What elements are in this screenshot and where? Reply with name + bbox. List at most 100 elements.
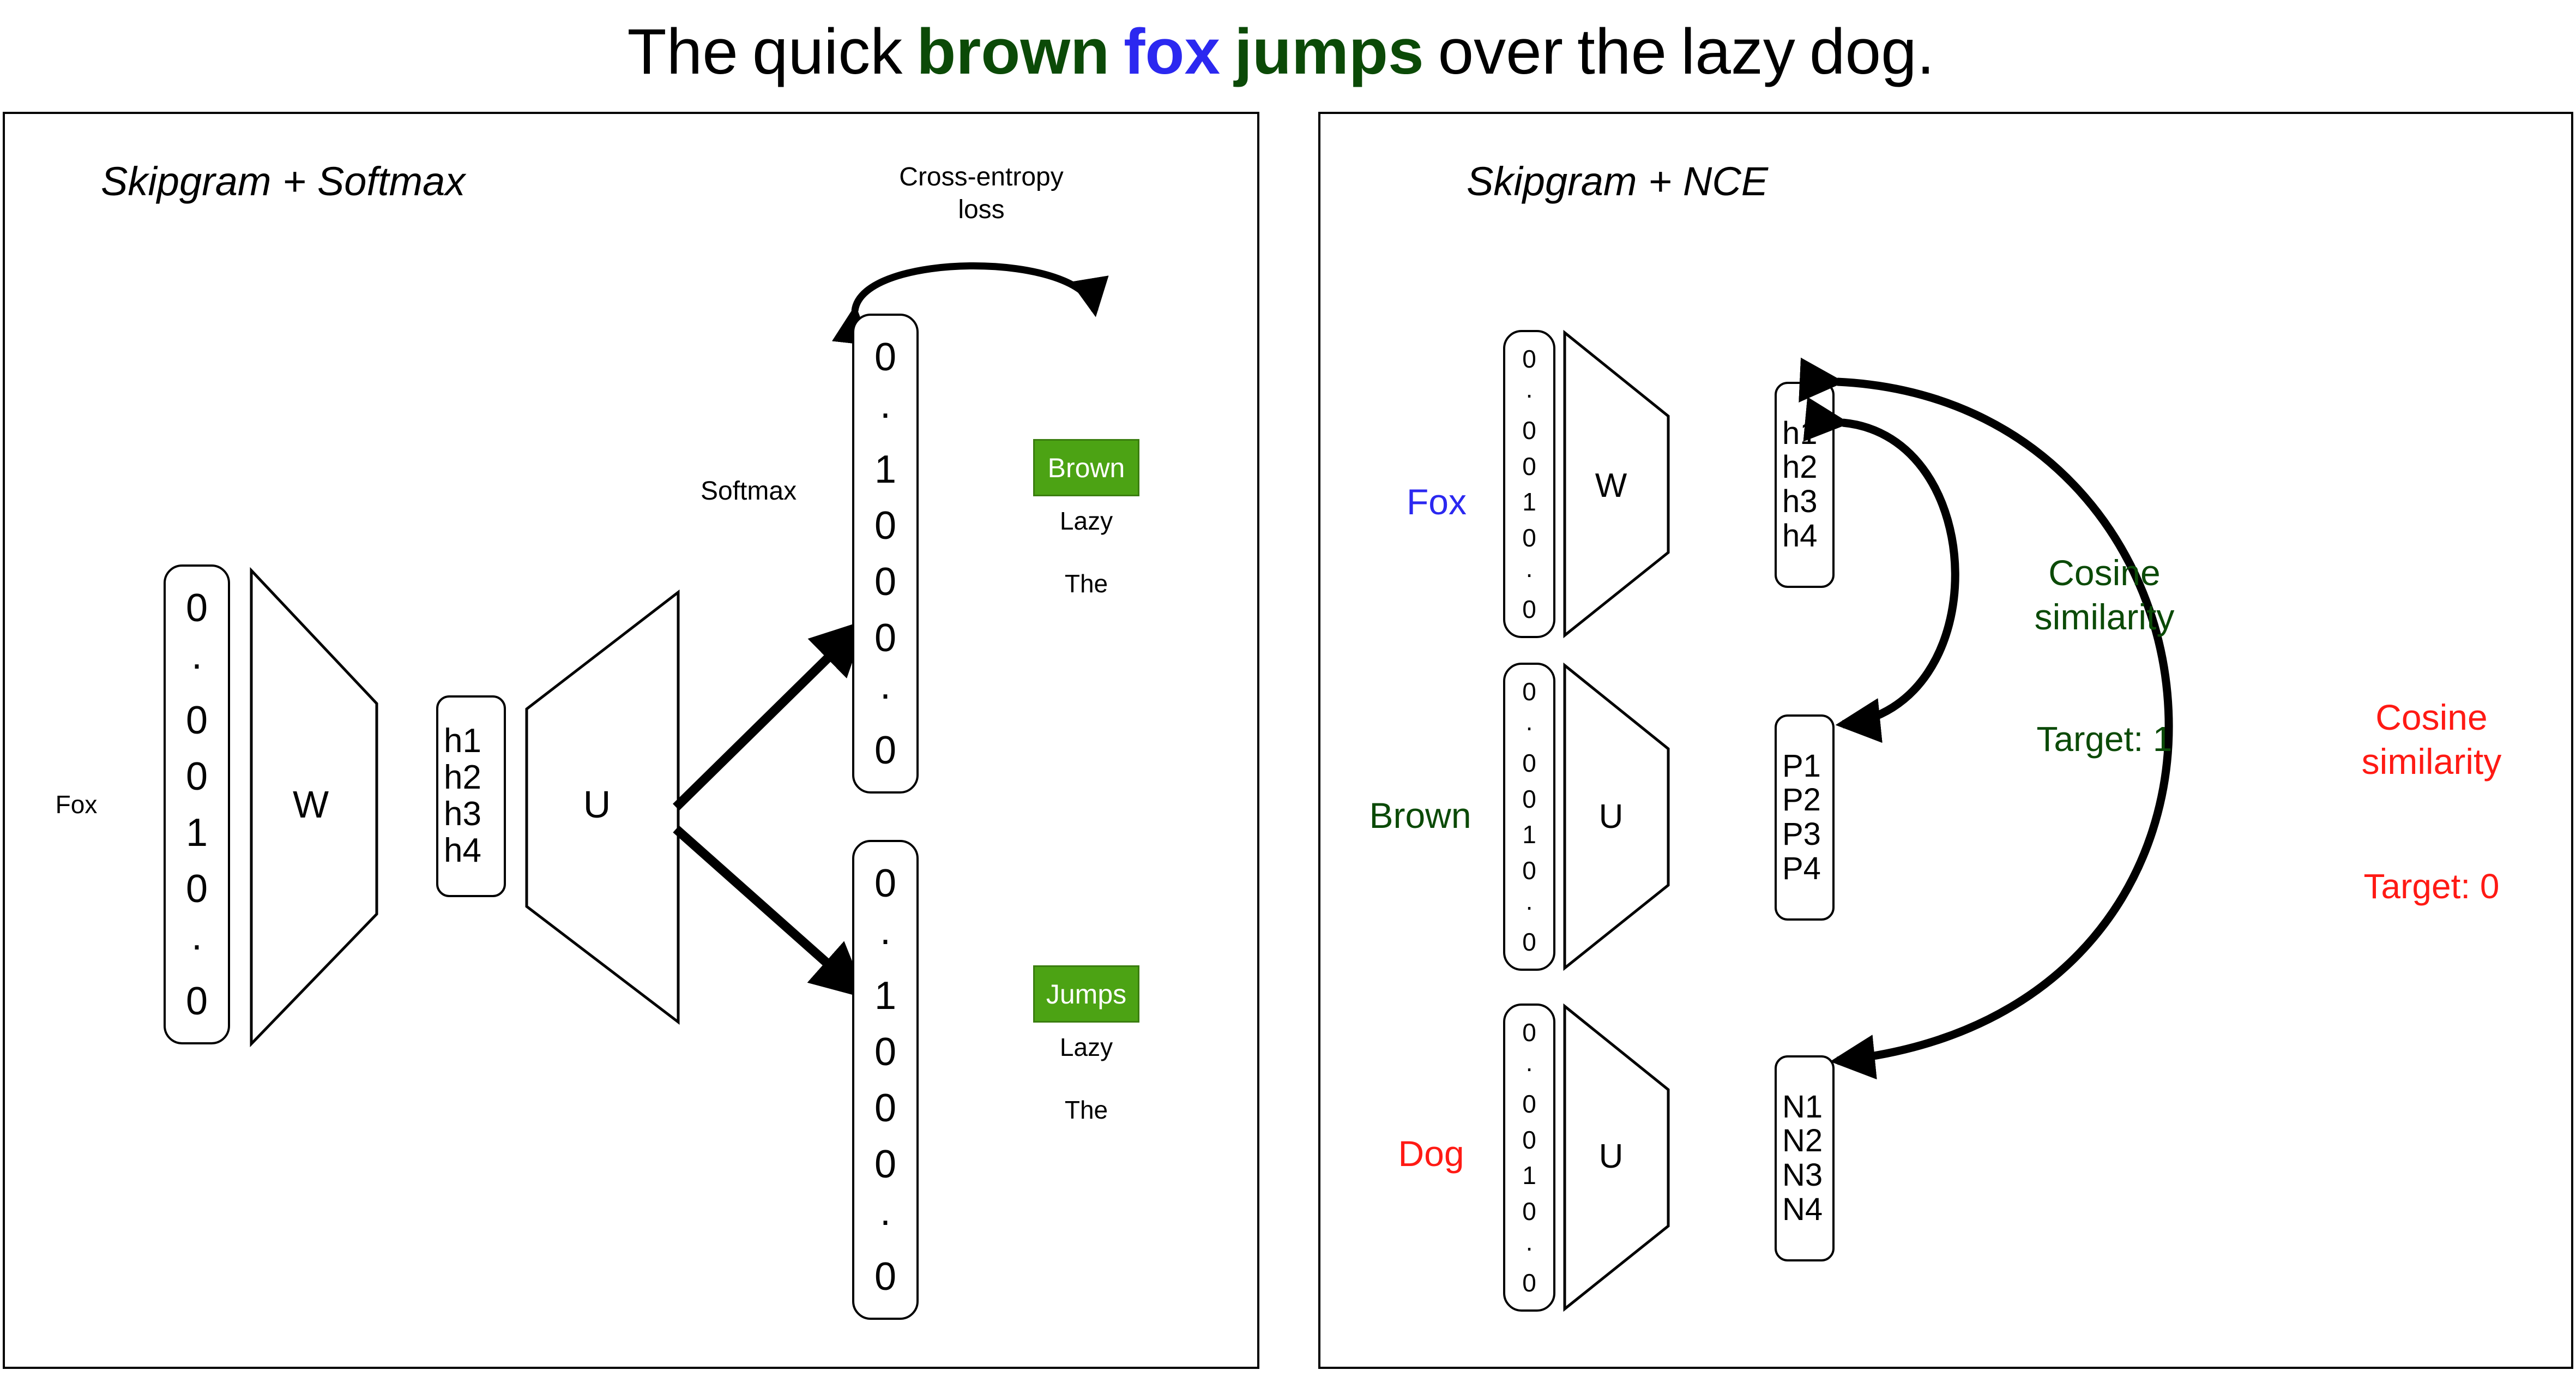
left-output-top-word-highlight: Brown <box>1033 439 1139 496</box>
right-row-1-vector: 0 · 0 0 1 0 · 0 <box>1503 663 1555 971</box>
right-row-1-cell-0: 0 <box>1522 677 1536 706</box>
right-row-2-cell-2: 0 <box>1522 1090 1536 1119</box>
left-input-vector-cell-0: 0 <box>185 586 208 630</box>
right-positive-target-label: Target: 1 <box>2036 719 2173 759</box>
title-word-lazy: lazy <box>1681 16 1795 88</box>
right-row-0-out-0: h1 <box>1782 415 1818 451</box>
right-row-0-out-3: h4 <box>1782 518 1818 554</box>
left-input-vector-cell-5: 0 <box>185 867 208 911</box>
left-output-bottom-word-highlight: Jumps <box>1033 965 1139 1023</box>
title-word-fox: fox <box>1124 16 1221 88</box>
left-output-bottom-cell-0: 0 <box>874 861 897 905</box>
right-cosine-arcs <box>1799 357 2173 1080</box>
right-negative-cosine-line1: Cosine <box>2375 697 2488 737</box>
left-output-bottom-cell-4: 0 <box>874 1086 897 1130</box>
right-positive-cosine-label: Cosine similarity <box>1990 551 2219 639</box>
left-input-vector-cell-1: · <box>190 642 203 686</box>
left-output-bottom-cell-3: 0 <box>874 1030 897 1074</box>
right-row-0-label: Fox <box>1406 482 1467 522</box>
left-output-top-cell-4: 0 <box>874 560 897 604</box>
right-row-2-vector: 0 · 0 0 1 0 · 0 <box>1503 1004 1555 1312</box>
left-output-bottom-word-2: Lazy <box>1059 1033 1113 1061</box>
right-negative-cosine-label: Cosine similarity <box>2314 695 2549 783</box>
title-word-quick: quick <box>752 16 903 88</box>
left-input-vector: 0 · 0 0 1 0 · 0 <box>164 564 230 1044</box>
right-row-0-cell-3: 0 <box>1522 452 1536 480</box>
right-row-2-cell-6: · <box>1525 1233 1534 1261</box>
right-negative-target-label: Target: 0 <box>2363 867 2500 906</box>
right-row-2-cell-5: 0 <box>1522 1197 1536 1225</box>
left-output-top-word-2: Lazy <box>1059 507 1113 535</box>
right-row-2-cell-3: 0 <box>1522 1125 1536 1154</box>
right-row-1-label: Brown <box>1369 795 1471 836</box>
left-loss-label-line1: Cross-entropy <box>899 163 1064 191</box>
right-row-1-cell-5: 0 <box>1522 856 1536 885</box>
left-output-top-cell-6: · <box>879 672 892 716</box>
right-row-0-cell-1: · <box>1525 380 1534 409</box>
right-row-0-out-2: h3 <box>1782 484 1818 519</box>
left-hidden-box: h1 h2 h3 h4 <box>436 695 506 897</box>
right-row-0-cell-5: 0 <box>1522 523 1536 552</box>
right-row-2-cell-1: · <box>1525 1054 1534 1083</box>
title-word-over: over <box>1438 16 1564 88</box>
left-loss-label: Cross-entropy loss <box>850 161 1112 226</box>
right-positive-cosine-line2: similarity <box>2034 596 2175 637</box>
left-input-vector-cell-3: 0 <box>185 754 208 798</box>
title-word-the1: The <box>627 16 738 88</box>
right-row-0-matrix-label: W <box>1595 466 1627 504</box>
left-input-vector-cell-4: 1 <box>185 810 208 855</box>
right-negative-cosine-line2: similarity <box>2361 741 2502 782</box>
left-output-bottom-cell-1: · <box>879 917 892 962</box>
right-row-0-cell-2: 0 <box>1522 416 1536 445</box>
left-hidden-h3: h3 <box>444 795 481 833</box>
left-output-bottom-vector: 0 · 1 0 0 0 · 0 <box>852 840 919 1320</box>
left-output-bottom-cell-7: 0 <box>874 1254 897 1299</box>
page-title: The quick brown fox jumps over the lazy … <box>0 0 2576 104</box>
right-row-1-cell-3: 0 <box>1522 784 1536 813</box>
right-row-1-cell-7: 0 <box>1522 928 1536 957</box>
left-output-top-cell-0: 0 <box>874 335 897 379</box>
left-input-label: Fox <box>55 790 98 819</box>
left-hidden-h4: h4 <box>444 831 481 869</box>
right-row-1-cell-6: · <box>1525 892 1534 921</box>
left-input-vector-cell-7: 0 <box>185 979 208 1023</box>
left-matrix-u-label: U <box>583 783 611 826</box>
right-row-1-cell-4: 1 <box>1522 820 1536 849</box>
diagram-canvas: The quick brown fox jumps over the lazy … <box>0 0 2576 1376</box>
title-word-jumps: jumps <box>1234 16 1424 88</box>
left-output-top-cell-3: 0 <box>874 503 897 548</box>
right-row-0-vector: 0 · 0 0 1 0 · 0 <box>1503 330 1555 638</box>
right-row-0-cell-0: 0 <box>1522 344 1536 373</box>
left-output-bottom-cell-2: 1 <box>874 974 897 1018</box>
title-word-brown: brown <box>916 16 1110 88</box>
left-hidden-h2: h2 <box>444 759 481 797</box>
left-output-bottom-cell-6: · <box>879 1198 892 1242</box>
left-output-top-vector: 0 · 1 0 0 0 · 0 <box>852 314 919 794</box>
title-word-the2: the <box>1577 16 1667 88</box>
left-loss-label-line2: loss <box>958 195 1005 224</box>
right-positive-cosine-line1: Cosine <box>2048 552 2161 593</box>
left-input-vector-cell-6: · <box>190 923 203 967</box>
right-row-0-cell-4: 1 <box>1522 488 1536 516</box>
left-input-vector-cell-2: 0 <box>185 698 208 742</box>
left-hidden-h1: h1 <box>444 722 481 760</box>
right-panel-title: Skipgram + NCE <box>1467 159 1769 204</box>
right-row-2-cell-0: 0 <box>1522 1018 1536 1047</box>
right-row-1-cell-1: · <box>1525 713 1534 742</box>
right-row-2-label: Dog <box>1398 1133 1464 1174</box>
left-output-top-word-3: The <box>1064 569 1108 598</box>
right-row-2-matrix-label: U <box>1598 1137 1624 1175</box>
right-row-0-cell-7: 0 <box>1522 595 1536 624</box>
left-output-top-cell-1: · <box>879 391 892 435</box>
left-matrix-w-label: W <box>292 783 329 826</box>
left-output-top-cell-5: 0 <box>874 616 897 660</box>
right-row-0-cell-6: · <box>1525 559 1534 588</box>
right-row-2-cell-7: 0 <box>1522 1269 1536 1297</box>
right-row-1-matrix-label: U <box>1598 797 1624 836</box>
right-row-0-out-1: h2 <box>1782 449 1818 485</box>
left-output-bottom-cell-5: 0 <box>874 1142 897 1186</box>
right-row-2-cell-4: 1 <box>1522 1161 1536 1190</box>
left-output-bottom-word-3: The <box>1064 1096 1108 1124</box>
left-output-top-cell-2: 1 <box>874 447 897 491</box>
left-output-top-cell-7: 0 <box>874 728 897 772</box>
